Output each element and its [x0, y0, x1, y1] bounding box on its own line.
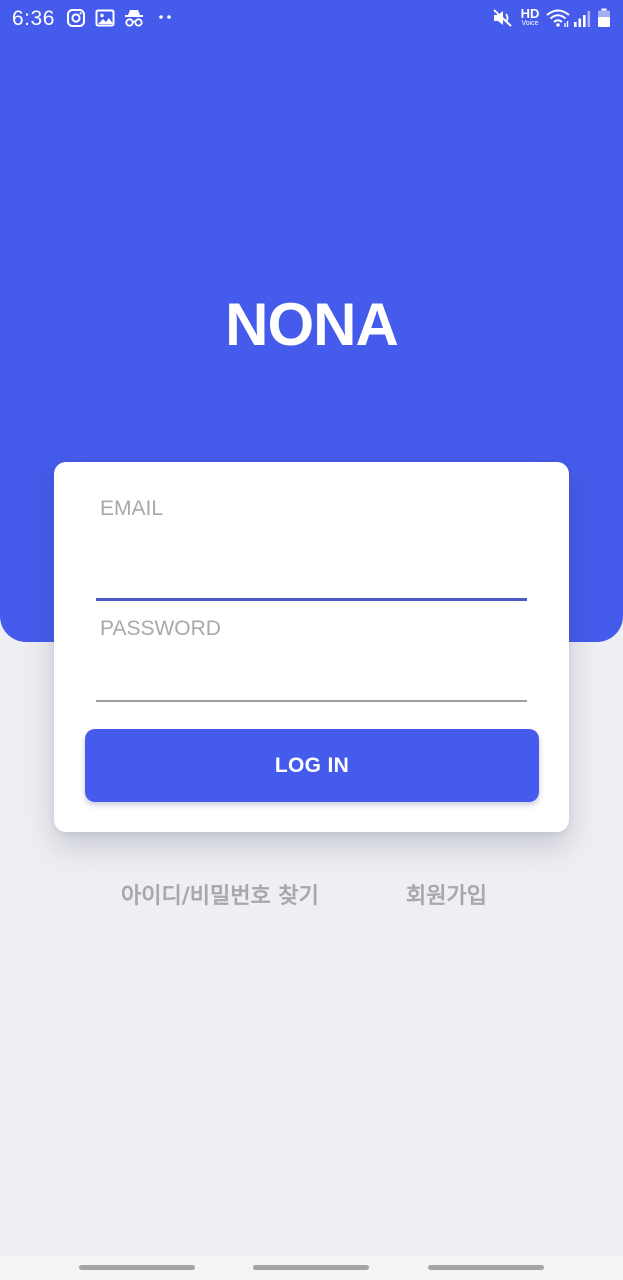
- login-button[interactable]: LOG IN: [85, 729, 539, 802]
- password-label: PASSWORD: [100, 617, 221, 640]
- password-field[interactable]: [96, 654, 527, 698]
- battery-icon: [597, 8, 611, 28]
- app-logo-title: NONA: [225, 291, 399, 358]
- instagram-icon: [66, 8, 86, 28]
- email-underline: [96, 598, 527, 601]
- hd-label: HD: [520, 6, 540, 21]
- voice-label: Voice: [521, 20, 539, 27]
- nav-recents-handle[interactable]: [79, 1265, 195, 1270]
- more-dots-icon: [157, 13, 173, 21]
- status-bar: 6:36 HD Voice: [0, 0, 623, 38]
- nav-back-handle[interactable]: [428, 1265, 544, 1270]
- mute-icon: [492, 8, 514, 28]
- wifi-icon: [545, 8, 571, 28]
- status-time: 6:36: [12, 7, 55, 30]
- gallery-icon: [95, 8, 115, 28]
- password-underline: [96, 700, 527, 702]
- sign-up-link[interactable]: 회원가입: [406, 878, 487, 910]
- find-account-link[interactable]: 아이디/비밀번호 찾기: [121, 878, 319, 910]
- email-field[interactable]: [96, 552, 527, 596]
- email-label: EMAIL: [100, 497, 164, 520]
- nav-home-handle[interactable]: [253, 1265, 369, 1270]
- hd-voice-icon: HD Voice: [518, 7, 542, 28]
- signal-icon: [573, 8, 591, 28]
- login-card: EMAIL PASSWORD LOG IN: [54, 462, 569, 832]
- navigation-bar: [0, 1256, 623, 1280]
- incognito-icon: [123, 8, 145, 28]
